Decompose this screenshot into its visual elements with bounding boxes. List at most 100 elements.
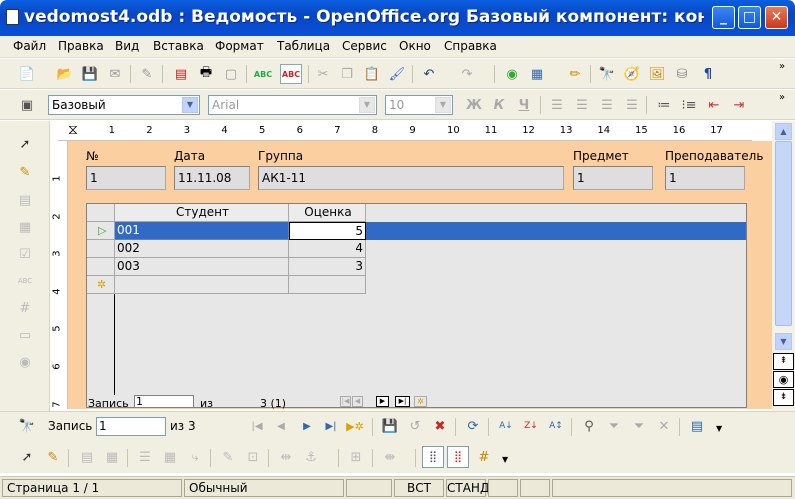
cut-icon[interactable]: ✂ (314, 65, 332, 83)
row-handle[interactable]: ▷ (87, 222, 115, 240)
decrease-indent-icon[interactable]: ⇤ (705, 96, 723, 114)
guides-icon[interactable]: # (475, 448, 493, 466)
toolbar-overflow-icon[interactable]: » (779, 92, 785, 103)
menu-view[interactable]: Вид (115, 39, 139, 53)
menu-table[interactable]: Таблица (277, 39, 330, 53)
cell-grade-new[interactable] (289, 276, 366, 294)
control-properties-icon[interactable]: ▤ (16, 191, 34, 209)
cell-student[interactable]: 002 (115, 240, 289, 258)
undo-icon[interactable]: ↶ (420, 65, 438, 83)
push-button-icon[interactable]: ▭ (16, 326, 34, 344)
cell-student[interactable]: 001 (115, 222, 289, 240)
sort-icon[interactable]: A↕ (547, 417, 565, 435)
justify-icon[interactable]: ☰ (623, 96, 641, 114)
open-design-mode-icon[interactable]: ✎ (219, 448, 237, 466)
add-field-icon[interactable]: ▦ (161, 448, 179, 466)
cell-student-new[interactable] (115, 276, 289, 294)
design-mode-icon[interactable]: ✎ (16, 163, 34, 181)
grid-new-record-button[interactable]: ✲ (414, 396, 427, 407)
print-preview-icon[interactable]: ▢ (222, 65, 240, 83)
minimize-button[interactable]: _ (712, 6, 735, 29)
snap-to-grid-icon[interactable]: ⣿ (447, 446, 469, 468)
navigator-icon[interactable]: ◉ (503, 65, 521, 83)
next-record-icon[interactable]: ▶ (298, 417, 316, 435)
increase-indent-icon[interactable]: ⇥ (730, 96, 748, 114)
save-icon[interactable]: 💾 (81, 65, 99, 83)
new-document-icon[interactable]: 📄 (18, 65, 36, 83)
design-mode-icon[interactable]: ✎ (44, 448, 62, 466)
underline-icon[interactable]: Ч (515, 96, 533, 114)
export-pdf-icon[interactable]: ▤ (172, 65, 190, 83)
scroll-down-button[interactable]: ▼ (775, 333, 792, 350)
toolbar-overflow-icon[interactable]: » (779, 61, 785, 72)
vertical-scrollbar[interactable]: ▲ ▼ ⇞ ◉ ⇟ (772, 121, 795, 411)
field-teacher[interactable]: 1 (665, 166, 745, 190)
position-size-icon[interactable]: ⇹ (277, 448, 295, 466)
data-source-as-table-icon[interactable]: ▤ (688, 417, 706, 435)
form-navigator-icon[interactable]: ☰ (136, 448, 154, 466)
open-folder-icon[interactable]: 📂 (56, 65, 74, 83)
status-page[interactable]: Страница 1 / 1 (2, 479, 182, 497)
form-properties-icon[interactable]: ▦ (16, 218, 34, 236)
menu-window[interactable]: Окно (399, 39, 431, 53)
column-header-grade[interactable]: Оценка (289, 204, 366, 222)
first-record-icon[interactable]: |◀ (248, 417, 266, 435)
email-icon[interactable]: ✉ (106, 65, 124, 83)
sort-ascending-icon[interactable]: A↓ (497, 417, 515, 435)
tab-stop-icon[interactable]: ⧖ (68, 122, 78, 138)
select-arrow-icon[interactable]: ➚ (18, 448, 36, 466)
group-icon[interactable]: ⊞ (347, 448, 365, 466)
format-paintbrush-icon[interactable]: 🖌 (388, 65, 406, 83)
refresh-icon[interactable]: ⟳ (464, 417, 482, 435)
scroll-thumb[interactable] (775, 141, 792, 326)
apply-filter-icon[interactable]: ⏷ (605, 417, 623, 435)
status-insert-mode[interactable]: ВСТ (394, 479, 444, 497)
field-group[interactable]: АК1-11 (258, 166, 564, 190)
scroll-up-button[interactable]: ▲ (775, 123, 792, 140)
navigator-compass-icon[interactable]: 🧭 (623, 65, 641, 83)
activation-order-icon[interactable]: ⤷ (186, 448, 204, 466)
anchor-icon[interactable]: ⚓ (302, 448, 320, 466)
data-sources-icon[interactable]: ⛁ (673, 65, 691, 83)
alignment-icon[interactable]: ⇼ (381, 448, 399, 466)
save-record-icon[interactable]: 💾 (381, 417, 399, 435)
status-page-style[interactable]: Обычный (184, 479, 344, 497)
standard-filter-icon[interactable]: ⏷ (630, 417, 648, 435)
previous-record-icon[interactable]: ◀ (272, 417, 290, 435)
bold-icon[interactable]: Ж (465, 96, 483, 114)
grid-last-record-button[interactable]: ▶| (395, 396, 410, 407)
grid-first-record-button[interactable]: |◀ (340, 396, 351, 407)
option-button-icon[interactable]: ◉ (16, 353, 34, 371)
font-name-combo[interactable]: Arial ▼ (208, 95, 377, 115)
chevron-down-icon[interactable]: ▼ (359, 97, 375, 113)
font-size-combo[interactable]: 10 ▼ (385, 95, 453, 115)
navigation-button[interactable]: ◉ (773, 371, 794, 388)
find-replace-icon[interactable]: 🔭 (598, 65, 616, 83)
bullets-icon[interactable]: ⁝≡ (680, 96, 698, 114)
gallery-icon[interactable]: 🖼 (648, 65, 666, 83)
field-date[interactable]: 11.11.08 (174, 166, 250, 190)
previous-page-button[interactable]: ⇞ (773, 353, 794, 370)
chevron-down-icon[interactable]: ▼ (182, 97, 198, 113)
menu-file[interactable]: Файл (13, 39, 46, 53)
cell-grade[interactable]: 3 (289, 258, 366, 276)
control-icon[interactable]: ▤ (78, 448, 96, 466)
paragraph-style-combo[interactable]: Базовый ▼ (48, 95, 200, 115)
styles-formatting-icon[interactable]: ▣ (18, 96, 36, 114)
table-control[interactable]: Студент Оценка ▷ 001 5 002 4 003 3 ✲ Зап… (86, 203, 747, 410)
last-record-icon[interactable]: ▶| (322, 417, 340, 435)
insert-table-icon[interactable]: ▦ (528, 65, 546, 83)
italic-icon[interactable]: К (490, 96, 508, 114)
select-arrow-icon[interactable]: ➚ (16, 135, 34, 153)
cell-grade[interactable]: 5 (289, 222, 366, 240)
new-record-icon[interactable]: ▶✲ (346, 417, 364, 435)
delete-record-icon[interactable]: ✖ (431, 417, 449, 435)
chevron-down-icon[interactable]: ▼ (435, 97, 451, 113)
spellcheck-icon[interactable]: ABC (254, 65, 272, 83)
show-draw-functions-icon[interactable]: ✏ (566, 65, 584, 83)
checkbox-icon[interactable]: ☑ (16, 245, 34, 263)
new-row-handle[interactable]: ✲ (87, 276, 115, 294)
maximize-button[interactable]: □ (738, 6, 761, 29)
record-number-input[interactable]: 1 (96, 417, 166, 436)
remove-filter-icon[interactable]: ✕ (655, 417, 673, 435)
